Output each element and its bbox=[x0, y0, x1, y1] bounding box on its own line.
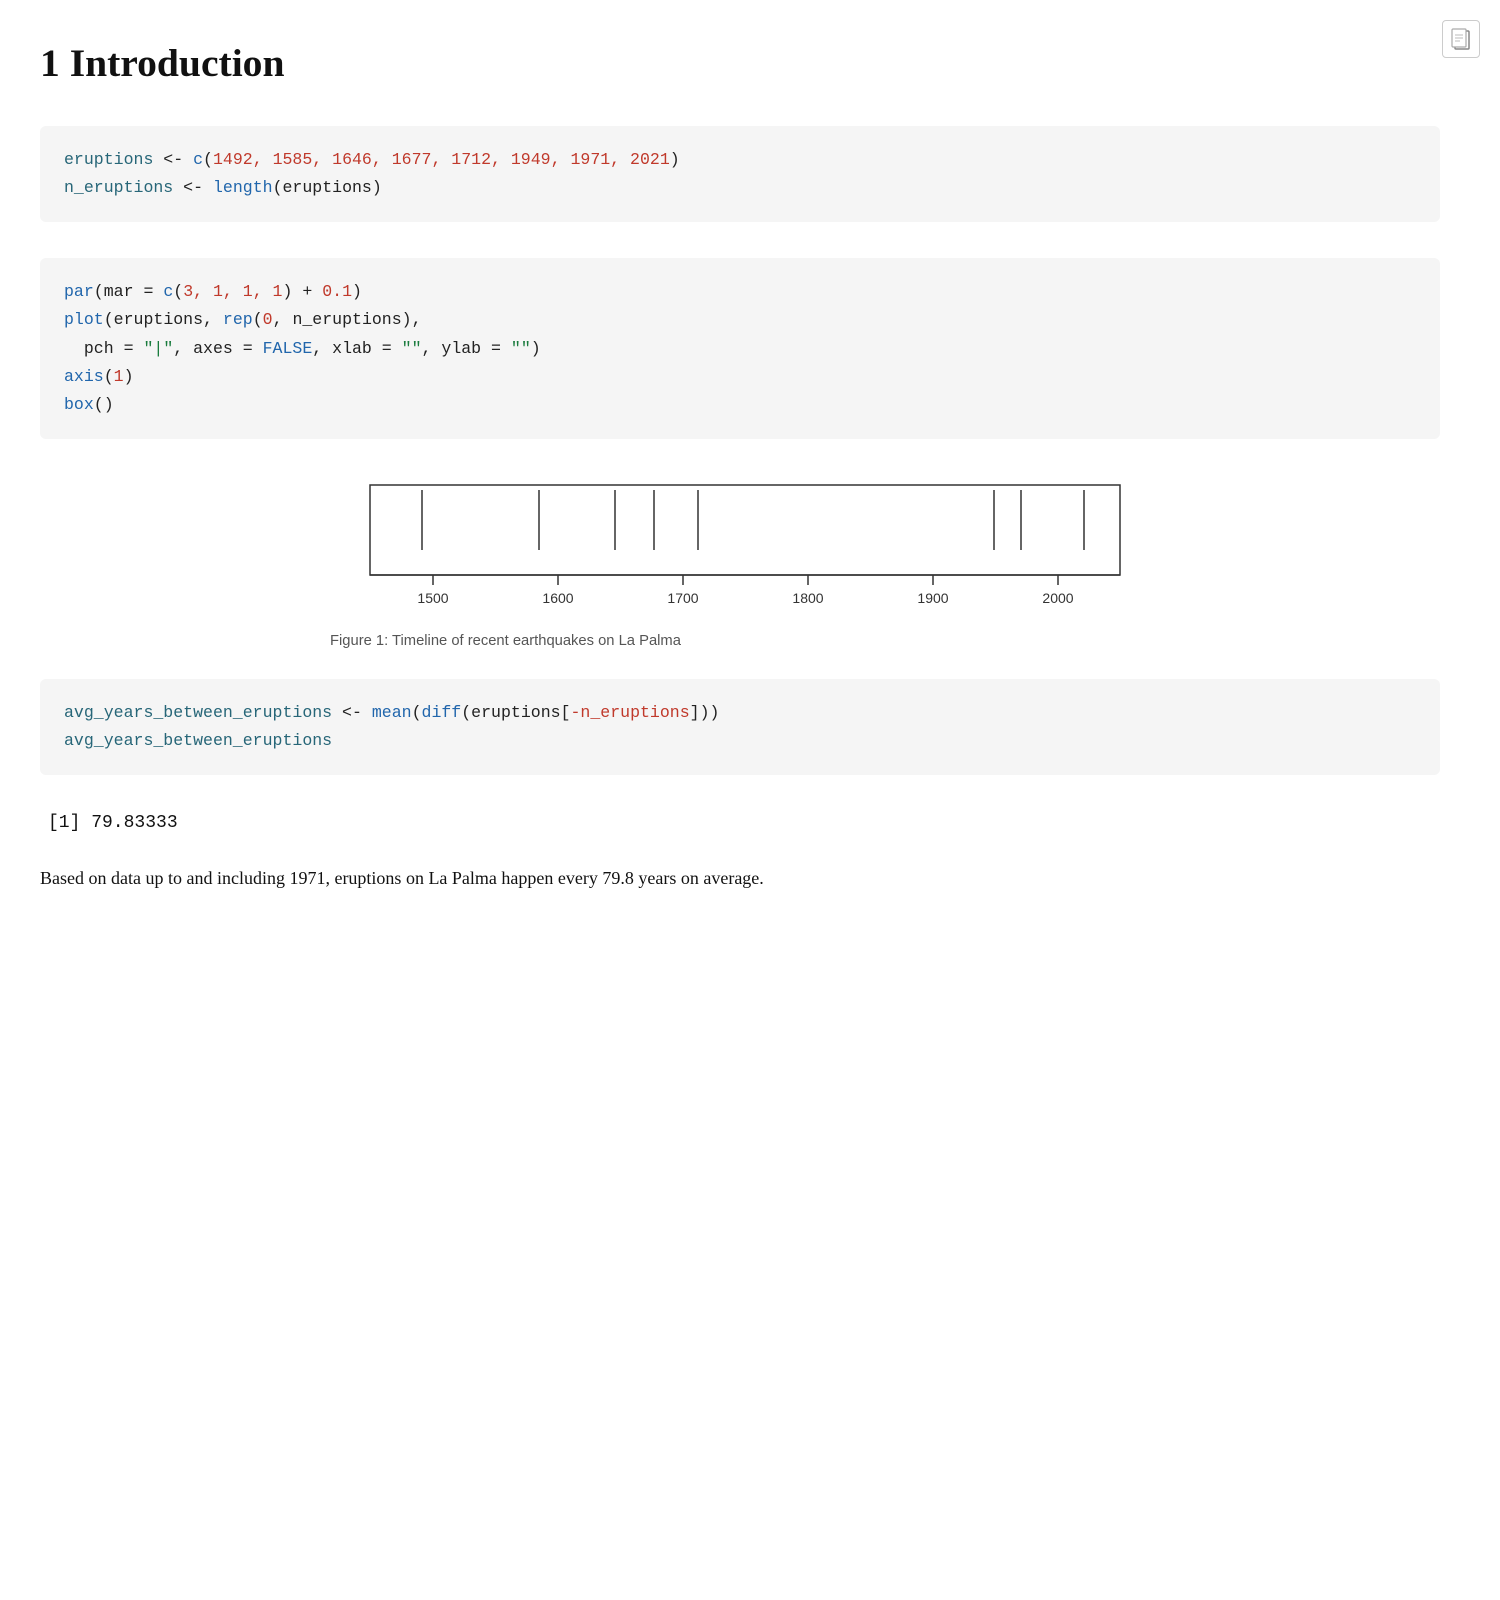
svg-text:1900: 1900 bbox=[917, 590, 948, 606]
code-line-2-3: pch = "|", axes = FALSE, xlab = "", ylab… bbox=[64, 335, 1416, 363]
chart-container: 1500 1600 1700 1800 1900 2000 bbox=[330, 475, 1150, 625]
code-line-3-1: avg_years_between_eruptions <- mean(diff… bbox=[64, 699, 1416, 727]
timeline-chart: 1500 1600 1700 1800 1900 2000 bbox=[330, 475, 1150, 625]
code-block-3: avg_years_between_eruptions <- mean(diff… bbox=[40, 679, 1440, 775]
svg-text:2000: 2000 bbox=[1042, 590, 1073, 606]
title-text: Introduction bbox=[70, 41, 285, 85]
svg-text:1600: 1600 bbox=[542, 590, 573, 606]
body-text: Based on data up to and including 1971, … bbox=[40, 863, 1440, 894]
code-line-1-1: eruptions <- c(1492, 1585, 1646, 1677, 1… bbox=[64, 146, 1416, 174]
code-block-1: eruptions <- c(1492, 1585, 1646, 1677, 1… bbox=[40, 126, 1440, 222]
code-line-2-4: axis(1) bbox=[64, 363, 1416, 391]
output-block: [1] 79.83333 bbox=[40, 811, 1440, 835]
code-line-3-2: avg_years_between_eruptions bbox=[64, 727, 1416, 755]
code-line-1-2: n_eruptions <- length(eruptions) bbox=[64, 174, 1416, 202]
svg-text:1800: 1800 bbox=[792, 590, 823, 606]
figure-caption: Figure 1: Timeline of recent earthquakes… bbox=[330, 633, 1150, 649]
code-block-2: par(mar = c(3, 1, 1, 1) + 0.1) plot(erup… bbox=[40, 258, 1440, 439]
code-line-2-2: plot(eruptions, rep(0, n_eruptions), bbox=[64, 306, 1416, 334]
section-number: 1 bbox=[40, 41, 70, 85]
code-line-2-1: par(mar = c(3, 1, 1, 1) + 0.1) bbox=[64, 278, 1416, 306]
svg-text:1700: 1700 bbox=[667, 590, 698, 606]
svg-text:1500: 1500 bbox=[417, 590, 448, 606]
page-title: 1 Introduction bbox=[40, 40, 1440, 86]
code-line-2-5: box() bbox=[64, 391, 1416, 419]
clipboard-icon[interactable] bbox=[1442, 20, 1480, 58]
